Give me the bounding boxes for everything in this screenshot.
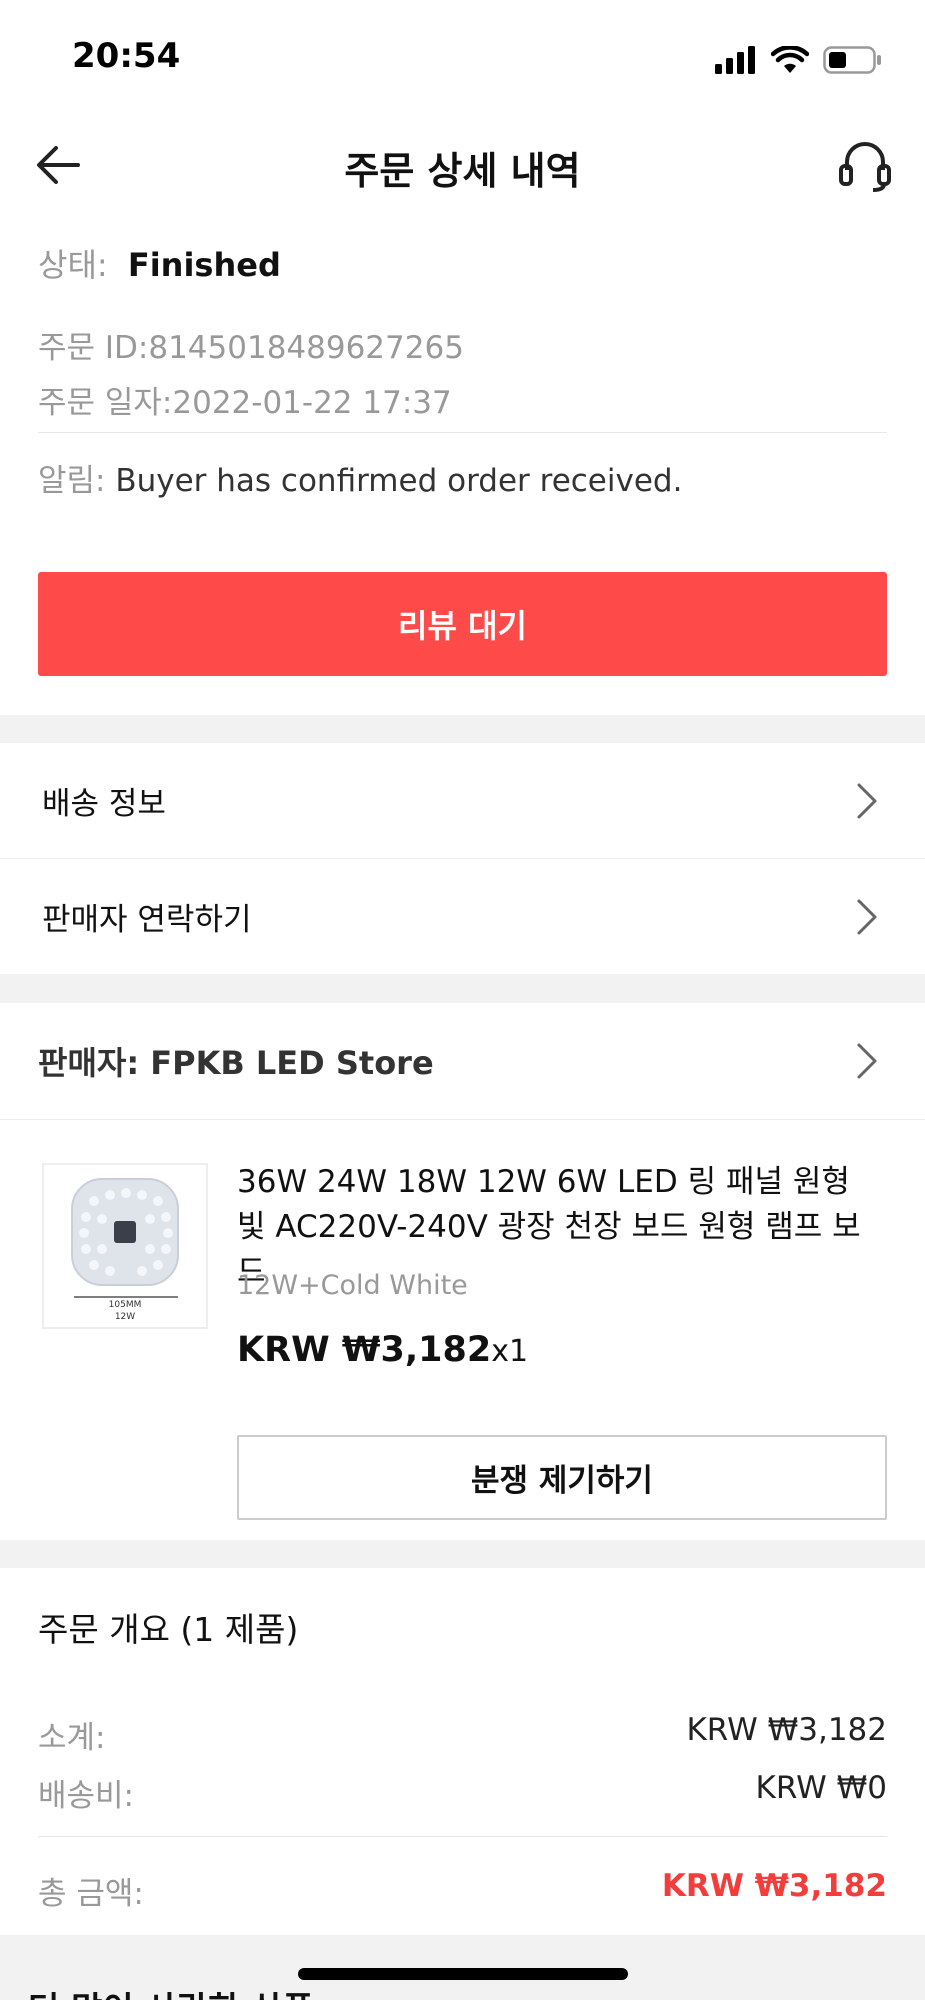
- chevron-right-icon: [857, 899, 877, 935]
- total-value: KRW ₩3,182: [661, 1868, 887, 1904]
- led-panel-image: 105MM 12W: [71, 1178, 179, 1322]
- thumb-caption-watt: 12W: [115, 1312, 135, 1322]
- summary-divider: [38, 1836, 887, 1837]
- status-time: 20:54: [72, 36, 181, 76]
- home-indicator[interactable]: [298, 1968, 628, 1980]
- product-variant: 12W+Cold White: [237, 1270, 468, 1301]
- seller-name: 판매자: FPKB LED Store: [38, 1044, 434, 1082]
- cellular-signal-icon: [715, 46, 755, 74]
- order-notice: 알림: Buyer has confirmed order received.: [38, 455, 887, 500]
- product-quantity: x1: [491, 1334, 529, 1369]
- section-gap: [0, 715, 925, 743]
- wifi-icon: [771, 46, 809, 73]
- status-value: Finished: [127, 246, 281, 284]
- order-id: 주문 ID:8145018489627265: [38, 330, 464, 366]
- page-title: 주문 상세 내역: [344, 149, 581, 193]
- status-bar: 20:54: [0, 0, 925, 110]
- product-image[interactable]: 105MM 12W: [42, 1163, 208, 1329]
- status-icons: [715, 40, 883, 80]
- thumb-caption-size: 105MM: [109, 1300, 142, 1310]
- contact-seller-row[interactable]: 판매자 연락하기: [0, 859, 925, 974]
- section-gap: [0, 1540, 925, 1568]
- total-row: 총 금액: KRW ₩3,182: [38, 1868, 887, 1913]
- status-label: 상태:: [38, 246, 108, 284]
- shipping-info-row[interactable]: 배송 정보: [0, 743, 925, 858]
- order-status-row: 상태: Finished: [38, 240, 887, 300]
- subtotal-value: KRW ₩3,182: [686, 1712, 887, 1748]
- notice-value: Buyer has confirmed order received.: [115, 463, 683, 499]
- seller-row[interactable]: 판매자: FPKB LED Store: [0, 1003, 925, 1119]
- contact-seller-label: 판매자 연락하기: [42, 902, 252, 938]
- summary-title: 주문 개요 (1 제품): [38, 1610, 299, 1649]
- seller-divider: [0, 1119, 925, 1120]
- shipping-info-label: 배송 정보: [42, 786, 166, 822]
- product-price: KRW ₩3,182: [237, 1330, 492, 1370]
- shipping-fee-label: 배송비:: [38, 1778, 135, 1814]
- order-date: 주문 일자:2022-01-22 17:37: [38, 385, 452, 421]
- chevron-right-icon: [857, 783, 877, 819]
- chevron-right-icon: [857, 1043, 877, 1079]
- section-gap: [0, 974, 925, 1003]
- more-products-title: 더 많이 사랑한 상품: [28, 1982, 314, 2000]
- shipping-fee-value: KRW ₩0: [755, 1770, 888, 1806]
- notice-label: 알림:: [38, 463, 106, 499]
- total-label: 총 금액:: [38, 1876, 144, 1912]
- subtotal-row: 소계: KRW ₩3,182: [38, 1712, 887, 1757]
- battery-icon: [823, 46, 881, 74]
- nav-bar: 주문 상세 내역: [0, 110, 925, 215]
- review-button[interactable]: 리뷰 대기: [38, 572, 887, 676]
- headset-icon[interactable]: [833, 132, 897, 196]
- status-divider: [38, 432, 887, 433]
- subtotal-label: 소계:: [38, 1720, 106, 1756]
- order-status-section: 상태: Finished 주문 ID:8145018489627265 주문 일…: [38, 240, 887, 500]
- shipping-fee-row: 배송비: KRW ₩0: [38, 1770, 887, 1815]
- product-price-row: KRW ₩3,182x1: [237, 1330, 528, 1370]
- open-dispute-button[interactable]: 분쟁 제기하기: [237, 1435, 887, 1520]
